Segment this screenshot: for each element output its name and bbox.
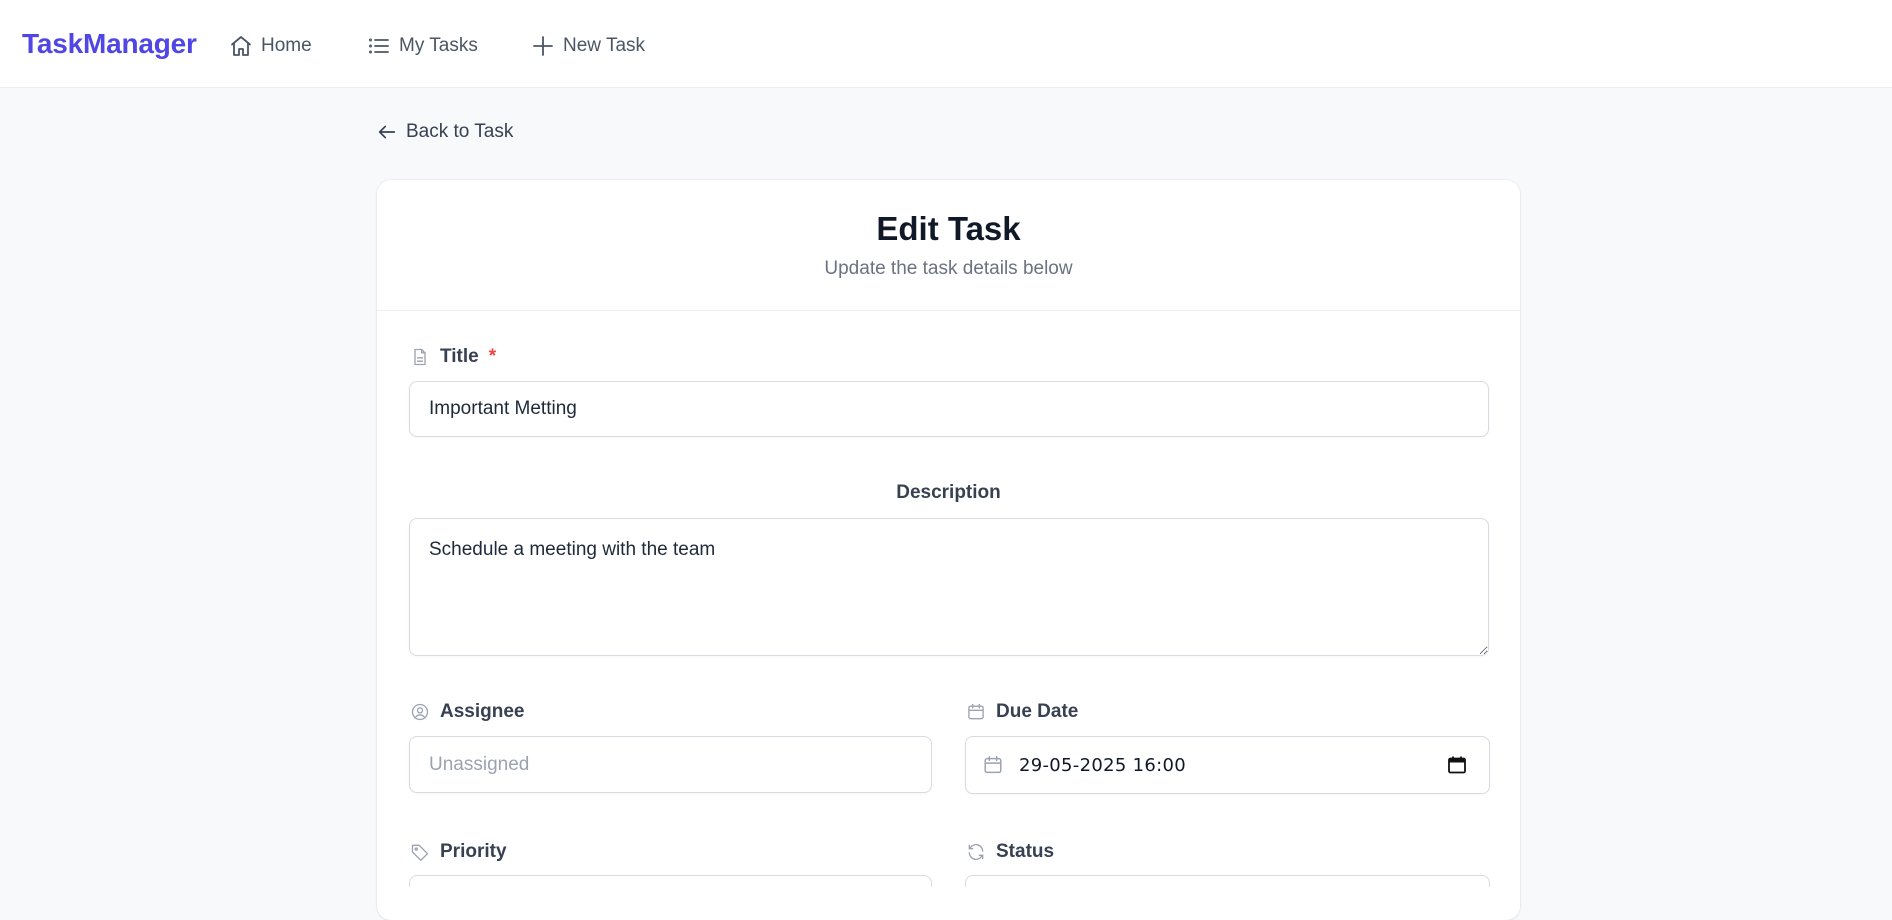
home-icon (231, 36, 251, 56)
refresh-icon (968, 843, 984, 861)
status-label-text: Status (996, 841, 1055, 862)
due-date-label: Due Date (966, 701, 1078, 723)
priority-select[interactable] (409, 875, 932, 887)
due-date-value: 29-05-2025 16:00 (1019, 754, 1187, 776)
nav-home-label: Home (261, 35, 312, 56)
title-input[interactable] (409, 381, 1489, 437)
title-label: Title * (410, 346, 496, 368)
brand-logo[interactable]: TaskManager (22, 28, 197, 60)
tag-icon (411, 844, 429, 861)
nav-new-task-label: New Task (563, 35, 646, 56)
back-to-task-label: Back to Task (406, 121, 514, 142)
title-label-text: Title (440, 346, 479, 367)
date-picker-icon[interactable] (1447, 755, 1467, 775)
top-navbar: TaskManager Home My Tasks New Task (0, 0, 1892, 88)
assignee-label-text: Assignee (440, 701, 525, 722)
status-select[interactable] (965, 875, 1490, 887)
nav-my-tasks-link[interactable]: My Tasks (367, 32, 478, 60)
user-circle-icon (411, 703, 429, 721)
arrow-left-icon (378, 125, 396, 139)
page-title: Edit Task (876, 210, 1021, 247)
edit-task-card: Edit Task Update the task details below … (377, 180, 1520, 920)
description-label: Description (377, 482, 1520, 504)
back-to-task-link[interactable]: Back to Task (376, 121, 513, 143)
description-label-text: Description (896, 482, 1001, 503)
page-subtitle: Update the task details below (824, 258, 1073, 279)
plus-icon (533, 36, 553, 56)
nav-new-task-link[interactable]: New Task (531, 32, 645, 60)
due-date-input[interactable]: 29-05-2025 16:00 (965, 736, 1490, 794)
calendar-icon (968, 703, 984, 720)
priority-label: Priority (410, 841, 507, 863)
nav-my-tasks-label: My Tasks (399, 35, 478, 56)
nav-home-link[interactable]: Home (229, 32, 312, 60)
assignee-label: Assignee (410, 701, 524, 723)
priority-label-text: Priority (440, 841, 507, 862)
assignee-input[interactable] (409, 736, 932, 793)
calendar-icon (984, 756, 1002, 774)
document-icon (414, 348, 426, 366)
status-label: Status (966, 841, 1054, 863)
card-header: Edit Task Update the task details below (377, 180, 1520, 311)
list-icon (369, 38, 389, 54)
due-date-label-text: Due Date (996, 701, 1079, 722)
description-textarea[interactable]: Schedule a meeting with the team (409, 518, 1489, 656)
required-marker: * (488, 346, 497, 367)
